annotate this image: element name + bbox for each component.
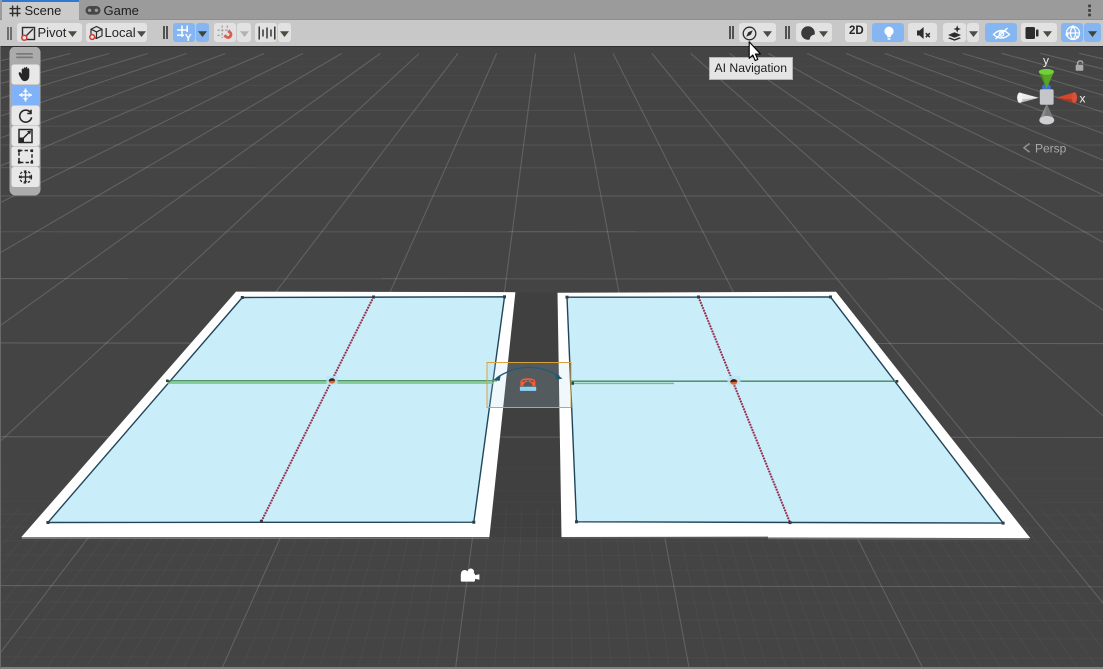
svg-text:y: y <box>1043 54 1049 68</box>
svg-text:Persp: Persp <box>1035 142 1067 156</box>
svg-text:Y: Y <box>184 32 191 42</box>
svg-text:x: x <box>1080 91 1086 105</box>
